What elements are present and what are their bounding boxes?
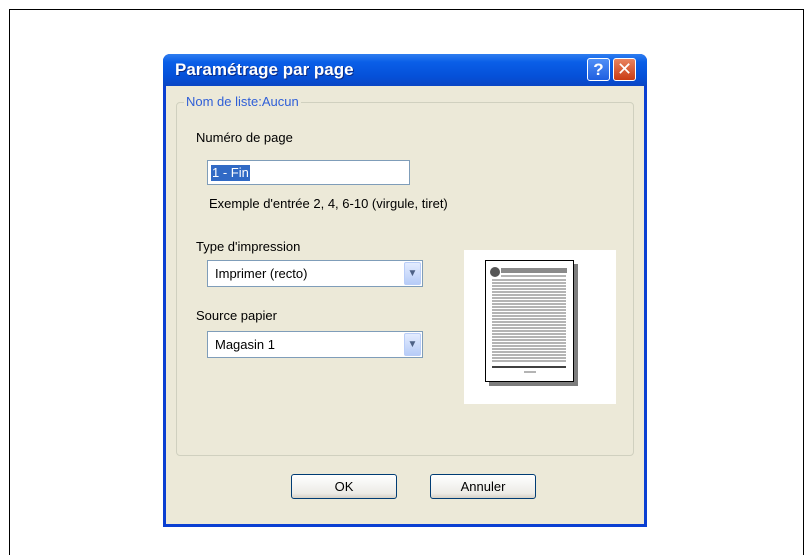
paper-source-select[interactable]: Magasin 1 ▼ (207, 331, 423, 358)
print-type-value: Imprimer (recto) (215, 266, 308, 281)
page-number-value: 1 - Fin (211, 165, 250, 181)
chevron-down-icon[interactable]: ▼ (404, 333, 421, 356)
page-number-example: Exemple d'entrée 2, 4, 6-10 (virgule, ti… (209, 196, 448, 211)
help-icon: ? (593, 60, 604, 79)
paper-source-label: Source papier (196, 308, 277, 323)
close-icon: ✕ (616, 59, 633, 79)
dialog-body: Nom de liste:Aucun Numéro de page 1 - Fi… (166, 86, 644, 524)
page-number-label: Numéro de page (196, 130, 293, 145)
ok-button[interactable]: OK (291, 474, 397, 499)
cancel-button[interactable]: Annuler (430, 474, 536, 499)
help-button[interactable]: ? (587, 58, 610, 81)
print-type-label: Type d'impression (196, 239, 301, 254)
page-preview-icon (485, 260, 574, 382)
page-preview-drawing (490, 267, 567, 373)
print-type-select[interactable]: Imprimer (recto) ▼ (207, 260, 423, 287)
close-button[interactable]: ✕ (613, 58, 636, 81)
dialog-window: Paramétrage par page ? ✕ Nom de liste:Au… (163, 54, 647, 527)
title-bar[interactable]: Paramétrage par page ? ✕ (163, 54, 647, 86)
dialog-title: Paramétrage par page (175, 60, 354, 79)
page-number-input[interactable]: 1 - Fin (207, 160, 410, 185)
page-preview (464, 250, 616, 404)
group-legend: Nom de liste:Aucun (184, 94, 301, 109)
paper-source-value: Magasin 1 (215, 337, 275, 352)
chevron-down-icon[interactable]: ▼ (404, 262, 421, 285)
